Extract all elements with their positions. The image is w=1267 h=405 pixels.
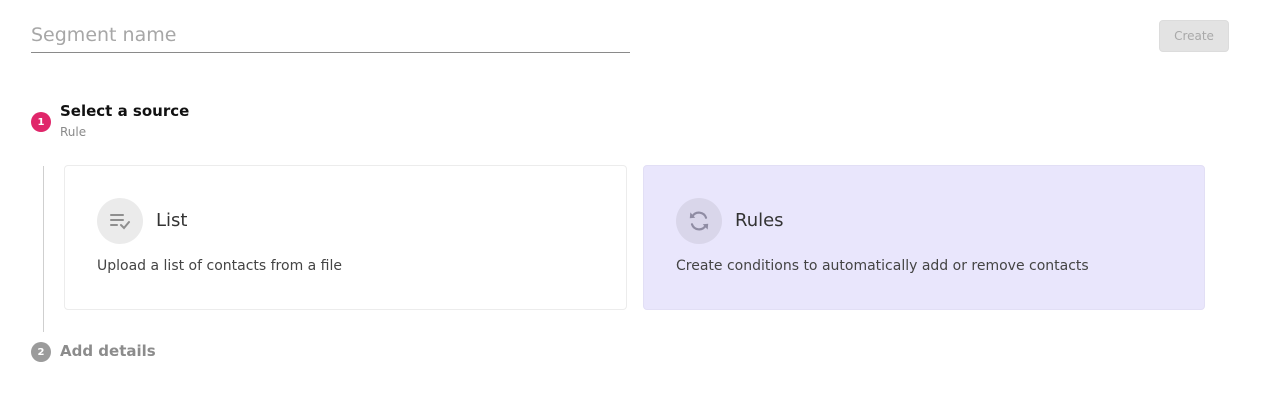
source-card-description: Create conditions to automatically add o… <box>676 258 1089 274</box>
step-1-title: Select a source <box>60 102 190 120</box>
source-card-title: List <box>156 210 188 231</box>
step-1-number: 1 <box>31 112 51 132</box>
source-card-list[interactable]: List Upload a list of contacts from a fi… <box>64 165 627 310</box>
step-1-subtitle: Rule <box>60 125 87 139</box>
create-button[interactable]: Create <box>1159 20 1229 52</box>
refresh-icon <box>676 198 722 244</box>
source-card-description: Upload a list of contacts from a file <box>97 258 343 274</box>
step-2-title[interactable]: Add details <box>60 342 156 360</box>
source-card-rules[interactable]: Rules Create conditions to automatically… <box>643 165 1205 310</box>
step-2-number: 2 <box>31 342 51 362</box>
step-connector-line <box>43 166 44 332</box>
list-check-icon <box>97 198 143 244</box>
source-card-title: Rules <box>735 210 784 231</box>
segment-name-input[interactable] <box>31 18 630 53</box>
